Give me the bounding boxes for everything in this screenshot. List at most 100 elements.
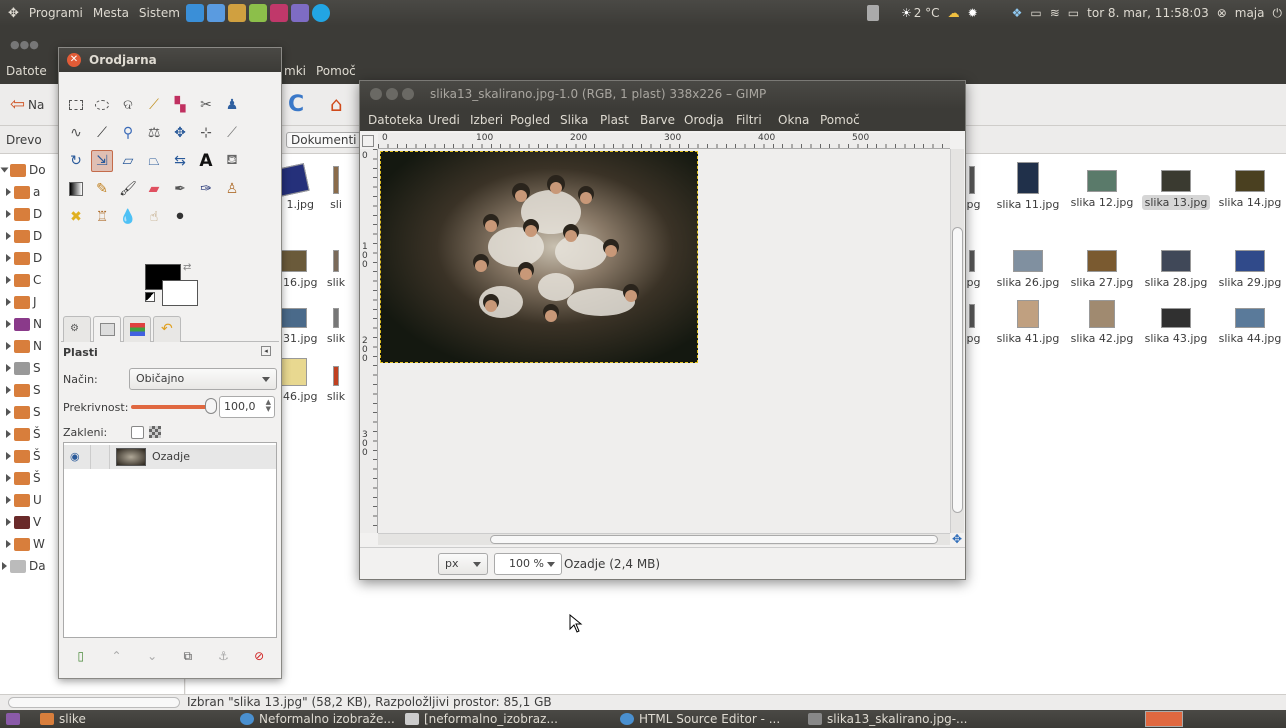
battery-icon[interactable]: ▭: [1068, 6, 1079, 20]
flip-icon[interactable]: ⇆: [169, 150, 191, 172]
move-icon[interactable]: ✥: [169, 122, 191, 144]
tree-item[interactable]: U: [6, 490, 42, 510]
perspective-clone-icon[interactable]: ♖: [91, 206, 113, 228]
layer-list[interactable]: ◉ Ozadje: [63, 442, 277, 638]
expander-icon[interactable]: [6, 430, 11, 438]
photo-layer[interactable]: [380, 151, 698, 363]
expander-icon[interactable]: [0, 167, 9, 173]
vertical-ruler[interactable]: 0 1 0 0 2 0 0 3 0 0: [360, 149, 378, 533]
tree-item[interactable]: Š: [6, 446, 41, 466]
image-canvas[interactable]: [378, 149, 956, 533]
opacity-slider-track[interactable]: [131, 405, 211, 409]
lower-layer-icon[interactable]: ⌄: [144, 648, 160, 664]
launcher-skype-icon[interactable]: [311, 4, 330, 22]
expander-icon[interactable]: [6, 342, 11, 350]
eye-icon[interactable]: ◉: [70, 450, 80, 463]
file-thumb[interactable]: slika 43.jpg: [1138, 308, 1214, 345]
perspective-icon[interactable]: ⏢: [143, 150, 165, 172]
shear-icon[interactable]: ▱: [117, 150, 139, 172]
sidebar-hscroll[interactable]: [8, 697, 180, 708]
file-thumb[interactable]: slika 11.jpg: [990, 162, 1066, 211]
fuzzy-select-icon[interactable]: ⟋: [143, 94, 165, 116]
wifi-icon[interactable]: ≋: [1050, 6, 1060, 20]
tree-item[interactable]: S: [6, 402, 41, 422]
weather-temp[interactable]: 2 °C: [914, 6, 940, 20]
chain-toggle[interactable]: [90, 445, 110, 469]
messaging-icon[interactable]: ▭: [1030, 6, 1041, 20]
expander-icon[interactable]: [6, 474, 11, 482]
user-name[interactable]: maja: [1235, 6, 1265, 20]
tree-item[interactable]: S: [6, 380, 41, 400]
expander-icon[interactable]: [6, 364, 11, 372]
workspace-switcher[interactable]: [1145, 710, 1183, 728]
file-thumb[interactable]: slika 29.jpg: [1212, 250, 1286, 289]
layer-row[interactable]: ◉ Ozadje: [64, 445, 276, 469]
expander-icon[interactable]: [6, 320, 11, 328]
menu-orodja[interactable]: Orodja: [684, 113, 724, 127]
tree-item[interactable]: J: [6, 292, 37, 312]
quick-mask-corner-icon[interactable]: [362, 135, 374, 147]
tab-channels[interactable]: [123, 316, 151, 342]
unit-selector[interactable]: px: [438, 553, 488, 575]
anchor-layer-icon[interactable]: ⚓: [215, 648, 231, 664]
file-thumb[interactable]: slika 41.jpg: [990, 300, 1066, 345]
launcher-chat-icon[interactable]: [269, 4, 288, 22]
file-thumb[interactable]: slik: [316, 366, 356, 403]
tree-item[interactable]: W: [6, 534, 45, 554]
task-gimp[interactable]: slika13_skalirano.jpg-...: [808, 710, 967, 728]
expander-icon[interactable]: [6, 386, 11, 394]
expander-icon[interactable]: [6, 232, 11, 240]
tab-undo[interactable]: ↶: [153, 316, 181, 342]
window-minimize-icon[interactable]: [386, 88, 398, 100]
opacity-slider-handle[interactable]: [205, 398, 217, 414]
launcher-editor-icon[interactable]: [206, 4, 225, 22]
menu-programi[interactable]: Programi: [27, 6, 85, 20]
delete-layer-icon[interactable]: ⊘: [251, 648, 267, 664]
tree-item[interactable]: D: [6, 248, 42, 268]
tree-item[interactable]: Da: [2, 556, 46, 576]
eraser-icon[interactable]: ▰: [143, 178, 165, 200]
launcher-app-icon[interactable]: [185, 4, 204, 22]
task-slike[interactable]: slike: [40, 710, 86, 728]
expander-icon[interactable]: [6, 254, 11, 262]
tree-item[interactable]: C: [6, 270, 41, 290]
file-thumb[interactable]: slika 44.jpg: [1212, 308, 1286, 345]
nautilus-menu-bookmarks[interactable]: mki: [284, 64, 306, 78]
launcher-pidgin-icon[interactable]: [290, 4, 309, 22]
nautilus-window-buttons[interactable]: ●●●: [10, 38, 54, 51]
trash-icon[interactable]: [866, 5, 879, 21]
text-icon[interactable]: A: [195, 150, 217, 172]
tree-item[interactable]: Š: [6, 468, 41, 488]
file-thumb[interactable]: sli: [316, 166, 356, 211]
zoom-icon[interactable]: ⚲: [117, 122, 139, 144]
menu-plast[interactable]: Plast: [600, 113, 629, 127]
path-button-dokumenti[interactable]: Dokumenti: [286, 132, 362, 148]
layer-name[interactable]: Ozadje: [152, 450, 190, 463]
tree-item[interactable]: a: [6, 182, 40, 202]
tree-item[interactable]: Š: [6, 424, 41, 444]
expander-icon[interactable]: [6, 298, 11, 306]
bucket-fill-icon[interactable]: ⛾: [221, 150, 243, 172]
menu-uredi[interactable]: Uredi: [428, 113, 460, 127]
file-thumb[interactable]: slika 26.jpg: [990, 250, 1066, 289]
home-icon[interactable]: ⌂: [330, 92, 343, 116]
menu-barve[interactable]: Barve: [640, 113, 675, 127]
back-button-label[interactable]: Na: [28, 98, 44, 112]
mode-select[interactable]: Običajno: [129, 368, 277, 390]
file-thumb[interactable]: slika 27.jpg: [1064, 250, 1140, 289]
task-document[interactable]: [neformalno_izobraz...: [405, 710, 558, 728]
menu-mesta[interactable]: Mesta: [91, 6, 131, 20]
reload-icon[interactable]: C: [288, 92, 304, 117]
close-icon[interactable]: ✕: [67, 53, 81, 67]
color-select-icon[interactable]: ▚: [169, 94, 191, 116]
opacity-spinbox[interactable]: 100,0 ▲ ▼: [219, 396, 275, 418]
raise-layer-icon[interactable]: ⌃: [108, 648, 124, 664]
heal-icon[interactable]: ✖: [65, 206, 87, 228]
lasso-icon[interactable]: ଦ: [117, 94, 139, 116]
view-selector[interactable]: Drevo: [6, 133, 42, 147]
foreground-select-icon[interactable]: ♟: [221, 94, 243, 116]
clock[interactable]: tor 8. mar, 11:58:03: [1087, 6, 1209, 20]
pencil-icon[interactable]: ✎: [91, 178, 113, 200]
expander-icon[interactable]: [6, 188, 11, 196]
menu-okna[interactable]: Okna: [778, 113, 809, 127]
